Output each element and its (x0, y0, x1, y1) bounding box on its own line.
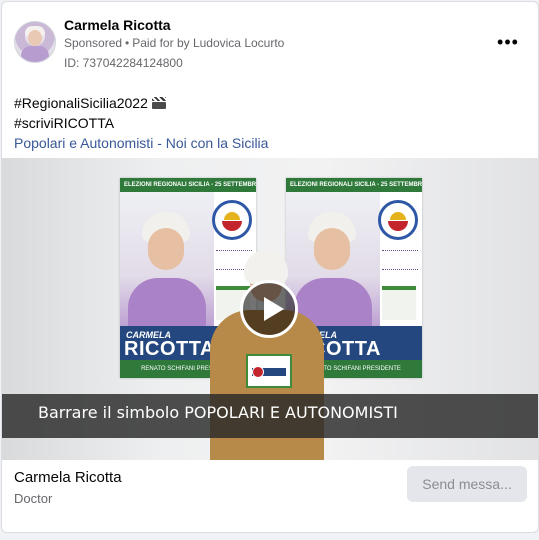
poster-info-box (382, 286, 416, 320)
post-text: #RegionaliSicilia2022 #scriviRICOTTA Pop… (14, 93, 268, 153)
play-icon[interactable] (240, 280, 298, 338)
more-options-button[interactable]: ••• (490, 27, 526, 57)
avatar-body (21, 46, 49, 62)
ad-card: Carmela Ricotta Sponsored • Paid for by Lu… (1, 1, 539, 533)
hashtag-line-1: #RegionaliSicilia2022 (14, 93, 268, 113)
author-name[interactable]: Carmela Ricotta (64, 17, 171, 33)
cta-title[interactable]: Carmela Ricotta (14, 469, 122, 486)
poster-band: ELEZIONI REGIONALI SICILIA - 25 SETTEMBR… (120, 178, 256, 192)
author-avatar[interactable] (14, 21, 56, 63)
poster-photo (120, 192, 214, 338)
sponsored-label: Sponsored (64, 36, 123, 50)
clapperboard-icon (151, 97, 166, 109)
party-logo-icon (212, 200, 252, 240)
paid-for-label: Paid for by Ludovica Locurto (132, 36, 285, 50)
send-message-button[interactable]: Send messa... (407, 466, 527, 502)
page-link[interactable]: Popolari e Autonomisti - Noi con la Sici… (14, 133, 268, 153)
poster-slogan (382, 250, 418, 270)
hashtag-regionali[interactable]: #RegionaliSicilia2022 (14, 95, 148, 111)
more-dots-icon: ••• (497, 32, 519, 52)
ad-id: ID: 737042284124800 (64, 56, 183, 70)
separator-dot: • (125, 36, 130, 50)
video-player[interactable]: ELEZIONI REGIONALI SICILIA - 25 SETTEMBR… (2, 158, 538, 460)
poster-last-name: RICOTTA (124, 338, 215, 360)
sponsor-line: Sponsored • Paid for by Ludovica Locurto (64, 36, 284, 50)
hashtag-scrivi[interactable]: #scriviRICOTTA (14, 113, 268, 133)
cta-subtitle: Doctor (14, 491, 53, 506)
avatar-face (28, 30, 42, 46)
video-caption: Barrare il simbolo POPOLARI E AUTONOMIST… (38, 403, 398, 422)
held-ballot-card (246, 354, 292, 388)
party-logo-icon (378, 200, 418, 240)
poster-band: ELEZIONI REGIONALI SICILIA - 25 SETTEMBR… (286, 178, 422, 192)
poster-photo (286, 192, 380, 338)
